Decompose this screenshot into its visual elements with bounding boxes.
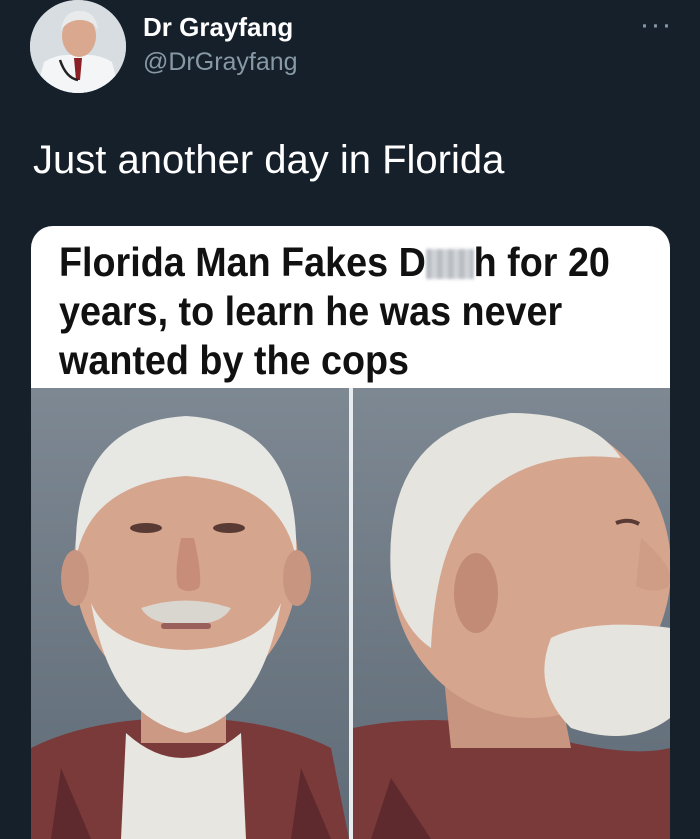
meme-headline: Florida Man Fakes Dh for 20 years, to le… [59, 238, 611, 385]
more-options-icon[interactable]: ··· [636, 10, 676, 40]
avatar[interactable] [30, 0, 126, 93]
display-name[interactable]: Dr Grayfang [143, 12, 293, 43]
tweet: Dr Grayfang @DrGrayfang ··· Just another… [0, 0, 700, 839]
tweet-media[interactable]: Florida Man Fakes Dh for 20 years, to le… [31, 226, 670, 839]
tweet-text: Just another day in Florida [33, 138, 505, 182]
censored-letters [425, 249, 474, 279]
user-handle[interactable]: @DrGrayfang [143, 48, 298, 77]
headline-part-1: Florida Man Fakes D [59, 239, 426, 285]
mugshot-photo [31, 388, 670, 839]
